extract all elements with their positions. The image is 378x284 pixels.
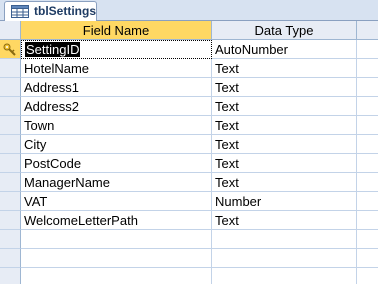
data-type-cell[interactable]: Text xyxy=(212,135,357,154)
description-cell[interactable] xyxy=(357,268,378,284)
description-cell[interactable] xyxy=(357,192,378,211)
row-selector[interactable] xyxy=(0,211,21,230)
field-name-cell[interactable]: PostCode xyxy=(21,154,212,173)
data-type-cell[interactable]: Text xyxy=(212,154,357,173)
data-type-text: Text xyxy=(215,174,239,190)
data-type-text: Text xyxy=(215,155,239,171)
field-name-text: City xyxy=(24,136,47,152)
field-name-cell[interactable]: Address1 xyxy=(21,78,212,97)
description-cell[interactable] xyxy=(357,59,378,78)
field-name-cell[interactable]: Address2 xyxy=(21,97,212,116)
field-name-cell[interactable]: ManagerName xyxy=(21,173,212,192)
table-row[interactable]: HotelName Text xyxy=(0,59,378,78)
data-type-text: Text xyxy=(215,60,239,76)
row-selector[interactable] xyxy=(0,249,21,268)
field-name-cell[interactable]: Town xyxy=(21,116,212,135)
row-selector[interactable] xyxy=(0,135,21,154)
field-name-cell[interactable]: WelcomeLetterPath xyxy=(21,211,212,230)
data-type-text: Text xyxy=(215,136,239,152)
field-name-text: Town xyxy=(24,117,55,133)
field-name-cell[interactable] xyxy=(21,249,212,268)
field-name-text: VAT xyxy=(24,193,48,209)
row-selector[interactable] xyxy=(0,268,21,284)
data-type-text: Number xyxy=(215,193,262,209)
data-type-text: AutoNumber xyxy=(215,41,288,57)
row-selector[interactable] xyxy=(0,154,21,173)
row-selector[interactable] xyxy=(0,78,21,97)
data-type-text: Text xyxy=(215,212,239,228)
table-design-view: tblSettings Field Name Data Type Setting… xyxy=(0,0,378,284)
field-design-grid: Field Name Data Type SettingID AutoNumber… xyxy=(0,21,378,284)
data-type-cell[interactable] xyxy=(212,230,357,249)
row-selector[interactable] xyxy=(0,40,21,59)
description-cell[interactable] xyxy=(357,97,378,116)
row-selector[interactable] xyxy=(0,59,21,78)
description-cell[interactable] xyxy=(357,135,378,154)
grid-header: Field Name Data Type xyxy=(0,21,378,40)
data-type-cell[interactable]: Text xyxy=(212,78,357,97)
field-name-cell[interactable]: VAT xyxy=(21,192,212,211)
field-name-cell[interactable] xyxy=(21,268,212,284)
table-row[interactable]: City Text xyxy=(0,135,378,154)
data-type-cell[interactable]: AutoNumber xyxy=(212,40,357,59)
data-type-cell[interactable]: Text xyxy=(212,97,357,116)
field-name-cell[interactable]: SettingID xyxy=(21,40,212,59)
data-type-cell[interactable]: Text xyxy=(212,116,357,135)
row-selector[interactable] xyxy=(0,173,21,192)
table-row[interactable]: VAT Number xyxy=(0,192,378,211)
table-row[interactable]: Town Text xyxy=(0,116,378,135)
field-name-text: WelcomeLetterPath xyxy=(24,212,138,228)
field-name-cell[interactable]: HotelName xyxy=(21,59,212,78)
description-cell[interactable] xyxy=(357,116,378,135)
row-selector[interactable] xyxy=(0,192,21,211)
data-type-cell[interactable]: Text xyxy=(212,173,357,192)
tab-tblsettings[interactable]: tblSettings xyxy=(4,1,97,21)
data-type-cell[interactable]: Text xyxy=(212,59,357,78)
primary-key-icon xyxy=(3,43,16,56)
select-all-cell[interactable] xyxy=(0,21,21,40)
description-cell[interactable] xyxy=(357,78,378,97)
table-row[interactable] xyxy=(0,249,378,268)
description-cell[interactable] xyxy=(357,173,378,192)
data-type-cell[interactable]: Number xyxy=(212,192,357,211)
field-name-text: SettingID xyxy=(25,42,81,57)
document-tab-strip: tblSettings xyxy=(0,0,378,21)
table-row[interactable]: PostCode Text xyxy=(0,154,378,173)
table-row[interactable] xyxy=(0,268,378,284)
description-cell[interactable] xyxy=(357,40,378,59)
column-header-field-name[interactable]: Field Name xyxy=(21,21,212,40)
field-name-cell[interactable]: City xyxy=(21,135,212,154)
description-cell[interactable] xyxy=(357,154,378,173)
field-name-text: Address1 xyxy=(24,79,79,95)
row-selector[interactable] xyxy=(0,116,21,135)
description-cell[interactable] xyxy=(357,230,378,249)
description-cell[interactable] xyxy=(357,249,378,268)
data-type-text: Text xyxy=(215,79,239,95)
tab-label: tblSettings xyxy=(34,4,96,18)
table-row[interactable]: SettingID AutoNumber xyxy=(0,40,378,59)
data-type-cell[interactable] xyxy=(212,249,357,268)
data-type-text: Text xyxy=(215,117,239,133)
table-row[interactable]: WelcomeLetterPath Text xyxy=(0,211,378,230)
description-cell[interactable] xyxy=(357,211,378,230)
field-name-text: ManagerName xyxy=(24,174,110,190)
row-selector[interactable] xyxy=(0,230,21,249)
row-selector[interactable] xyxy=(0,97,21,116)
field-name-text: Address2 xyxy=(24,98,79,114)
field-name-text: PostCode xyxy=(24,155,82,171)
field-rows: SettingID AutoNumber HotelName Text Address1… xyxy=(0,40,378,284)
data-type-cell[interactable] xyxy=(212,268,357,284)
data-type-text: Text xyxy=(215,98,239,114)
table-row[interactable]: Address1 Text xyxy=(0,78,378,97)
table-icon xyxy=(11,5,29,18)
data-type-cell[interactable]: Text xyxy=(212,211,357,230)
table-row[interactable] xyxy=(0,230,378,249)
table-row[interactable]: ManagerName Text xyxy=(0,173,378,192)
column-header-description[interactable] xyxy=(357,21,378,40)
table-row[interactable]: Address2 Text xyxy=(0,97,378,116)
field-name-text: HotelName xyxy=(24,60,90,76)
column-header-data-type[interactable]: Data Type xyxy=(212,21,357,40)
field-name-cell[interactable] xyxy=(21,230,212,249)
